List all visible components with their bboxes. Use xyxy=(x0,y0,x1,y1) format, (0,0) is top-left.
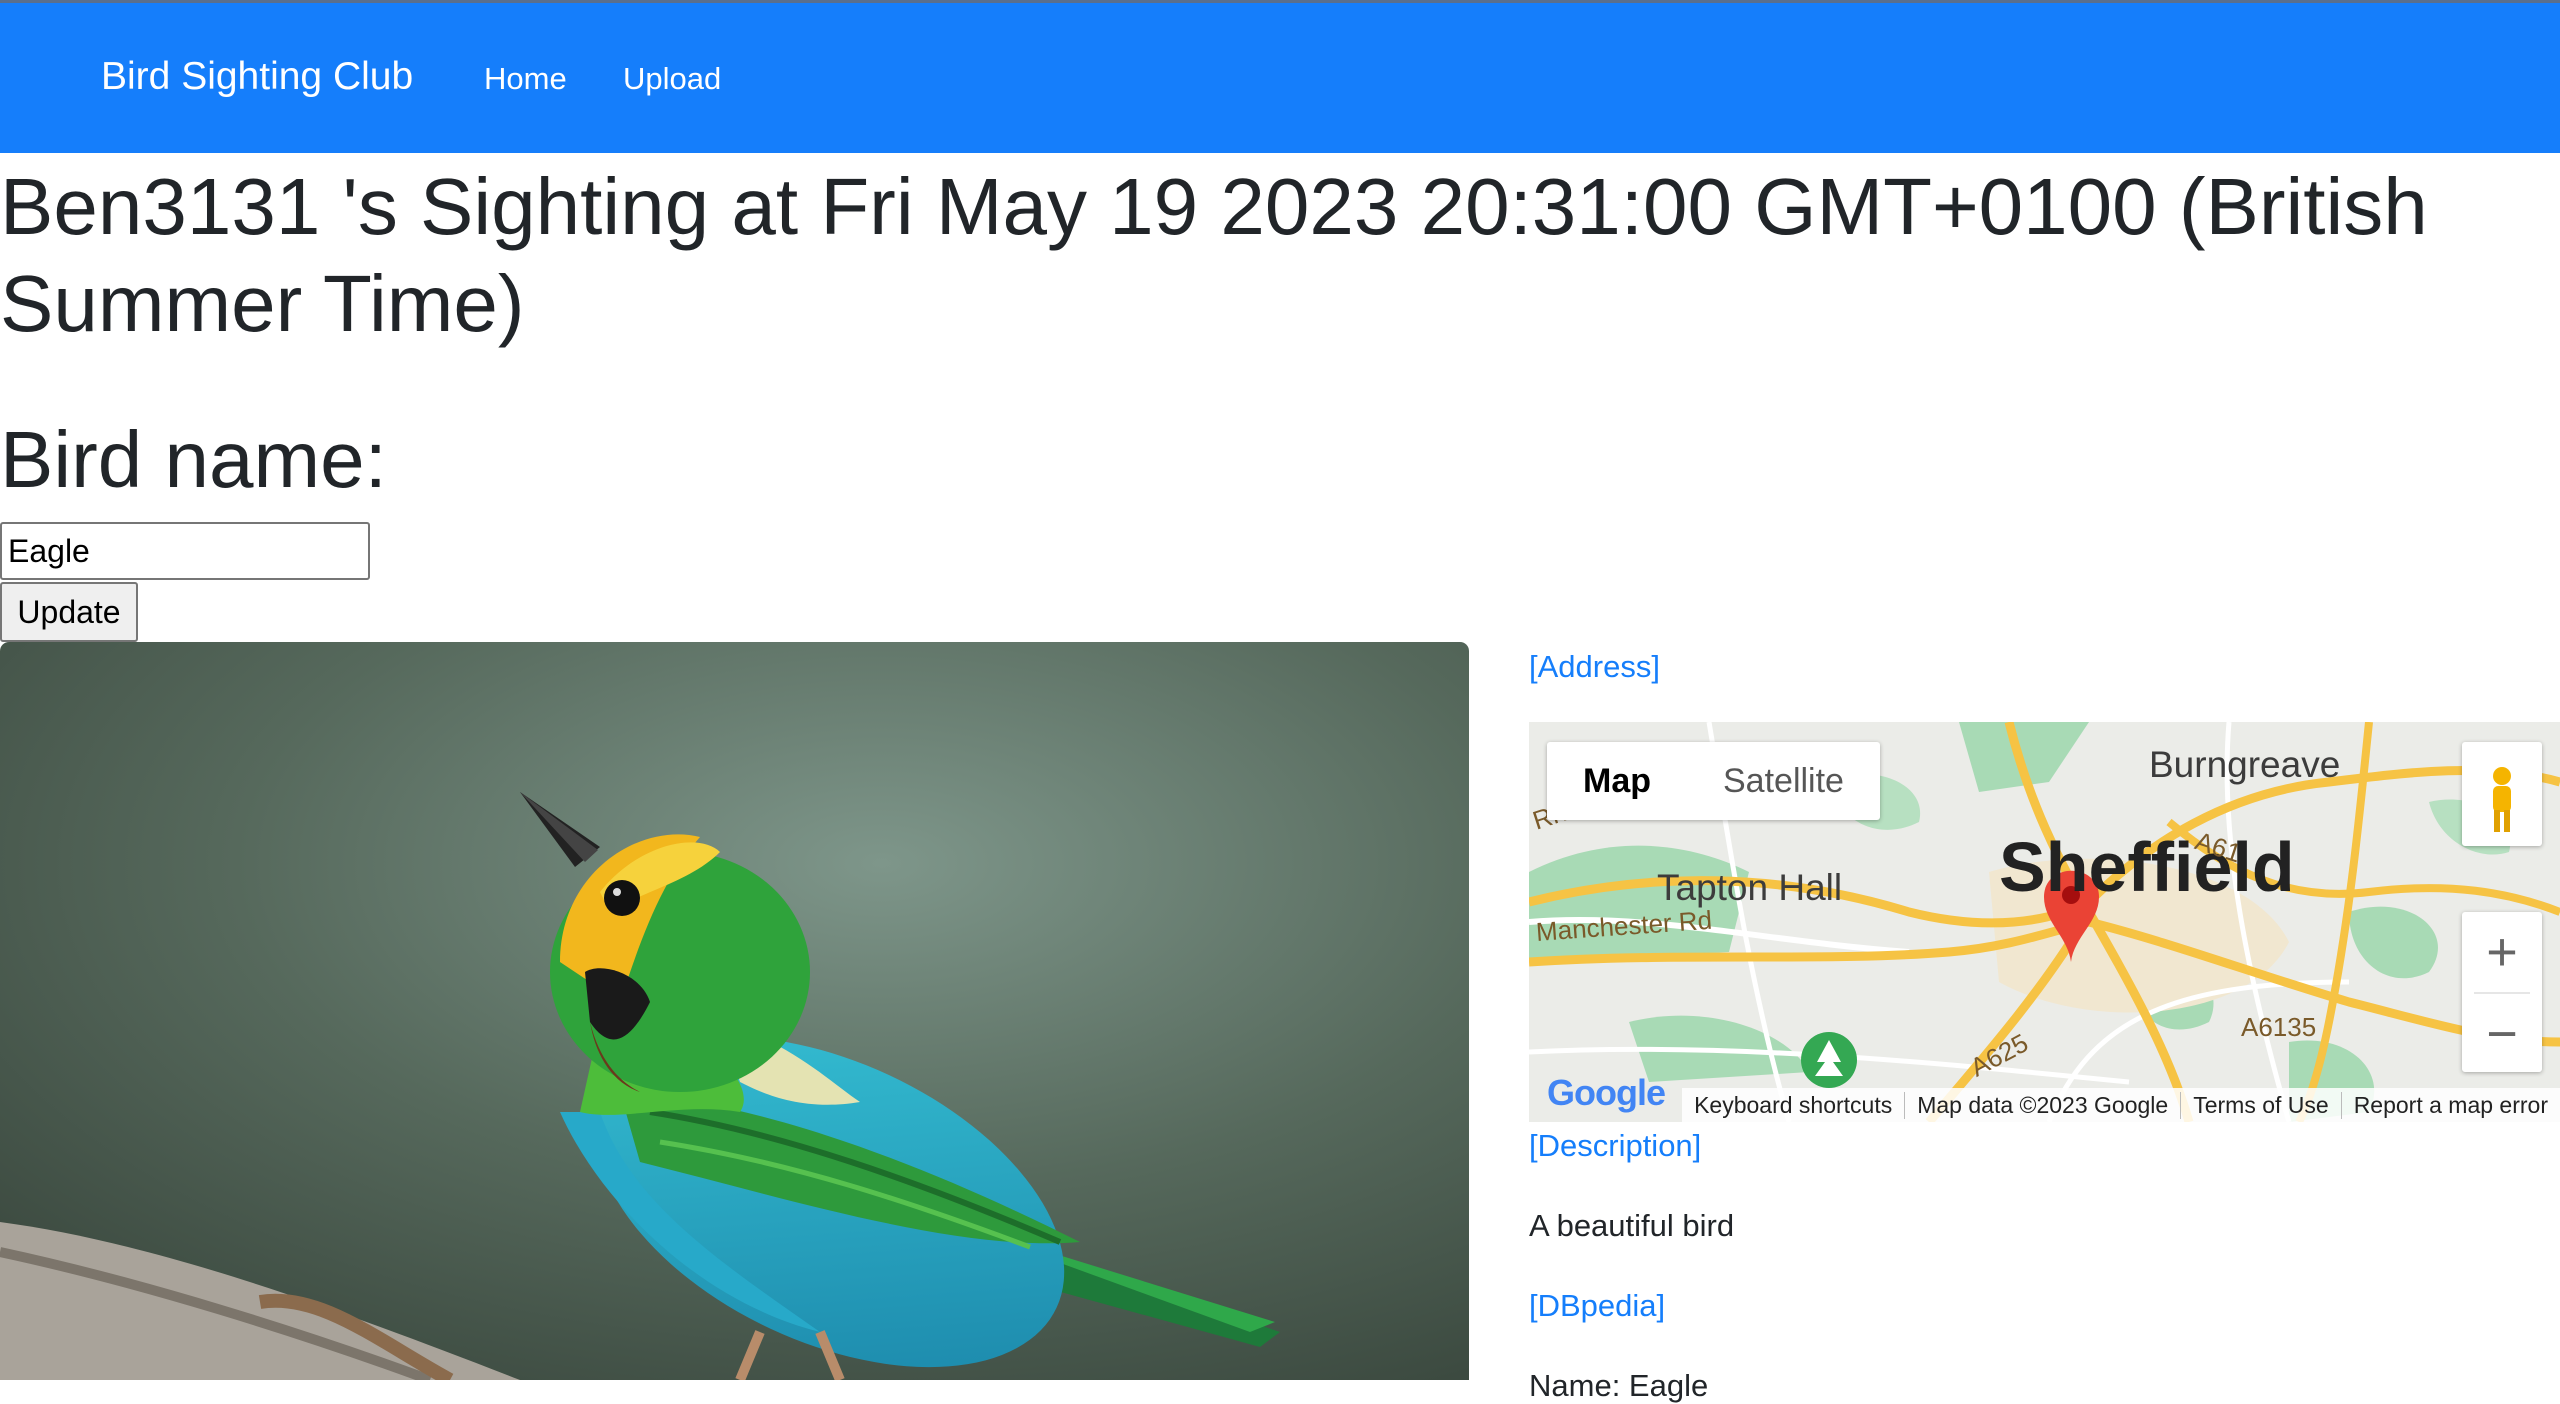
page-title: Ben3131 's Sighting at Fri May 19 2023 2… xyxy=(0,162,2428,348)
bird-name-heading: Bird name: xyxy=(0,415,387,504)
map-data-text: Map data ©2023 Google xyxy=(1904,1091,2180,1119)
bird-photo xyxy=(0,642,1469,1380)
map-type-satellite-button[interactable]: Satellite xyxy=(1687,742,1880,820)
map-label-sheffield: Sheffield xyxy=(1999,828,2295,906)
location-map[interactable]: Burngreave Sheffield Tapton Hall Rivelin… xyxy=(1529,722,2560,1122)
map-footer: Keyboard shortcuts Map data ©2023 Google… xyxy=(1682,1088,2560,1122)
description-text: A beautiful bird xyxy=(1529,1208,1735,1243)
google-logo: Google xyxy=(1547,1072,1666,1113)
map-type-control: Map Satellite xyxy=(1547,742,1880,820)
bird-name-input[interactable] xyxy=(0,522,370,580)
dbpedia-link[interactable]: [DBpedia] xyxy=(1529,1288,1665,1324)
nav-home-link[interactable]: Home xyxy=(484,61,567,97)
description-link[interactable]: [Description] xyxy=(1529,1128,1701,1164)
brand-link[interactable]: Bird Sighting Club xyxy=(101,55,413,99)
zoom-control: + − xyxy=(2462,912,2542,1072)
zoom-out-button[interactable]: − xyxy=(2462,994,2542,1074)
map-label-burngreave: Burngreave xyxy=(2149,744,2341,785)
update-button[interactable]: Update xyxy=(0,582,138,642)
navbar: Bird Sighting Club Home Upload xyxy=(0,0,2560,153)
dbpedia-name-text: Name: Eagle xyxy=(1529,1368,1709,1403)
nav-upload-link[interactable]: Upload xyxy=(623,61,721,97)
map-label-a6135: A6135 xyxy=(2241,1012,2317,1042)
address-link[interactable]: [Address] xyxy=(1529,649,1660,685)
terms-of-use-link[interactable]: Terms of Use xyxy=(2180,1091,2340,1119)
zoom-in-button[interactable]: + xyxy=(2462,912,2542,992)
report-map-error-link[interactable]: Report a map error xyxy=(2340,1091,2560,1119)
map-type-map-button[interactable]: Map xyxy=(1547,742,1687,820)
keyboard-shortcuts-link[interactable]: Keyboard shortcuts xyxy=(1682,1092,1904,1119)
street-view-pegman-icon[interactable] xyxy=(2462,742,2542,846)
map-label-tapton-hall: Tapton Hall xyxy=(1657,867,1843,908)
